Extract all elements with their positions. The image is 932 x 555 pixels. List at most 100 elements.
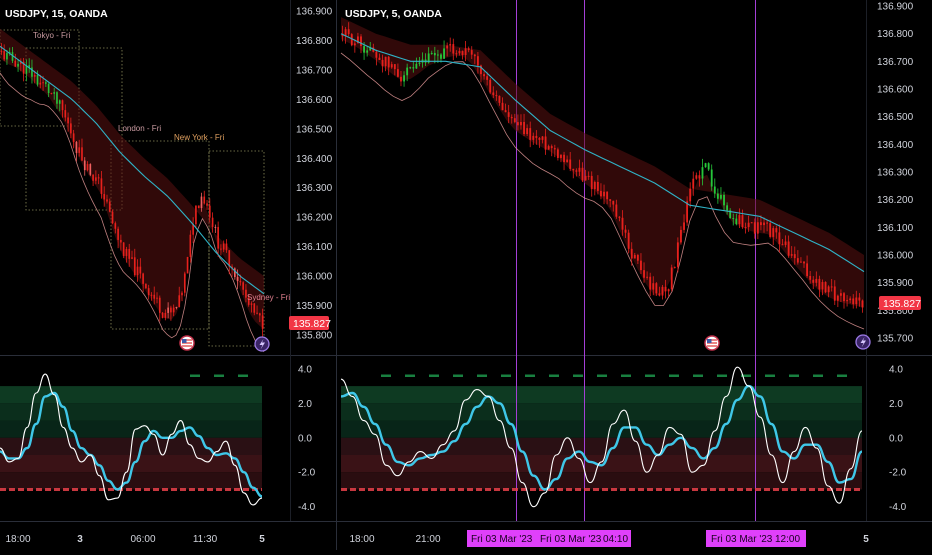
right-candle[interactable]	[824, 281, 827, 294]
right-oscillator-tick: 4.0	[889, 364, 903, 375]
right-candle-body	[787, 241, 790, 256]
lightning-event-icon[interactable]	[855, 334, 871, 350]
left-candle-body	[125, 248, 128, 256]
left-candle-body	[225, 243, 228, 251]
right-candle-body	[778, 232, 781, 245]
right-candle-body	[772, 228, 775, 237]
right-candle-body	[846, 300, 849, 302]
left-chart-title[interactable]: USDJPY, 15, OANDA	[5, 8, 108, 20]
left-candle[interactable]	[183, 271, 186, 297]
right-candle-body	[436, 54, 439, 56]
right-candle-body	[449, 44, 452, 46]
right-candle-body	[818, 278, 821, 290]
right-candle-body	[667, 289, 670, 292]
left-candle-body	[228, 250, 231, 267]
left-candle-body	[220, 248, 222, 250]
right-candle-body	[756, 222, 759, 234]
right-candle-body	[507, 112, 510, 117]
left-candle[interactable]	[197, 205, 200, 209]
right-candle-body	[824, 281, 827, 293]
left-candle-body	[131, 257, 133, 259]
right-candle-body	[440, 54, 442, 59]
right-candle-body	[698, 175, 701, 179]
us-flag-icon[interactable]	[179, 335, 195, 351]
left-candle-body	[67, 117, 69, 124]
right-candle-body	[593, 181, 596, 190]
us-flag-icon[interactable]	[704, 335, 720, 351]
left-candle-body	[33, 74, 36, 77]
right-price-tick: 136.900	[877, 2, 914, 13]
right-candle-body	[375, 51, 378, 58]
left-candle-body	[100, 178, 103, 195]
right-candle-body	[676, 242, 679, 267]
left-time-tick: 5	[259, 534, 265, 545]
right-candle-body	[538, 137, 541, 140]
right-candle-body	[784, 241, 787, 245]
right-candle-body	[504, 110, 507, 113]
time-badge-3: Fri 03 Mar '23	[711, 534, 773, 545]
left-candle-body	[72, 133, 75, 142]
left-candle-body	[50, 93, 53, 95]
right-candle-body	[649, 276, 652, 290]
right-candle-body	[750, 222, 753, 224]
left-candle-body	[250, 303, 253, 305]
right-candle-body	[406, 67, 409, 76]
left-candle-body	[81, 147, 83, 161]
right-candle-body	[553, 148, 556, 150]
left-candle[interactable]	[186, 256, 189, 274]
left-candle-body	[261, 315, 264, 329]
left-candle-body	[242, 282, 244, 290]
right-candle-body	[716, 193, 719, 199]
right-candle-body	[560, 154, 562, 158]
right-price-tick: 136.200	[877, 195, 914, 206]
right-candle-body	[796, 258, 799, 263]
right-candle-body	[575, 170, 578, 172]
right-candle-body	[526, 128, 529, 135]
right-candle-body	[596, 181, 599, 191]
right-candle-body	[855, 297, 858, 305]
right-candle-body	[692, 178, 695, 189]
left-candle-body	[64, 110, 67, 118]
left-candle-body	[161, 312, 164, 318]
right-chart-title[interactable]: USDJPY, 5, OANDA	[345, 8, 442, 20]
left-candle-body	[175, 307, 178, 309]
right-candle-body	[836, 295, 839, 301]
right-candle-body	[723, 194, 725, 206]
right-candle-body	[636, 255, 639, 261]
lightning-event-icon[interactable]	[254, 336, 270, 352]
left-candle-body	[128, 248, 131, 259]
right-price-tick: 136.700	[877, 57, 914, 68]
right-oscillator-tick: -4.0	[889, 502, 907, 513]
right-candle-body	[670, 267, 673, 290]
right-candle-body	[476, 56, 479, 66]
right-candle[interactable]	[670, 264, 673, 292]
right-candle-body	[584, 175, 587, 181]
right-candle[interactable]	[489, 78, 492, 94]
right-candle-body	[766, 222, 769, 224]
right-candle-body	[803, 261, 805, 264]
right-candle-body	[360, 36, 362, 47]
left-candle-body	[0, 51, 3, 53]
left-candle-body	[233, 268, 236, 277]
right-price-tick: 136.600	[877, 85, 914, 96]
left-candle-body	[17, 63, 19, 67]
right-candle-body	[615, 204, 618, 217]
right-time-tick: 21:00	[415, 534, 440, 545]
left-candle[interactable]	[89, 163, 92, 177]
left-candle-body	[89, 164, 92, 175]
right-candle-body	[704, 163, 707, 168]
left-candle[interactable]	[122, 242, 125, 259]
right-candle-body	[720, 194, 722, 199]
left-candle-body	[3, 51, 6, 60]
right-candle-body	[695, 175, 698, 179]
left-candle-body	[189, 234, 192, 257]
left-candle[interactable]	[161, 312, 164, 319]
left-price-tick: 136.100	[296, 242, 333, 253]
right-candle[interactable]	[704, 162, 707, 168]
right-candle-body	[430, 52, 433, 54]
right-candle-body	[732, 218, 735, 220]
left-candle-body	[239, 280, 242, 283]
right-candle[interactable]	[750, 222, 753, 224]
left-candle-body	[236, 276, 239, 281]
right-candle-body	[858, 297, 861, 301]
